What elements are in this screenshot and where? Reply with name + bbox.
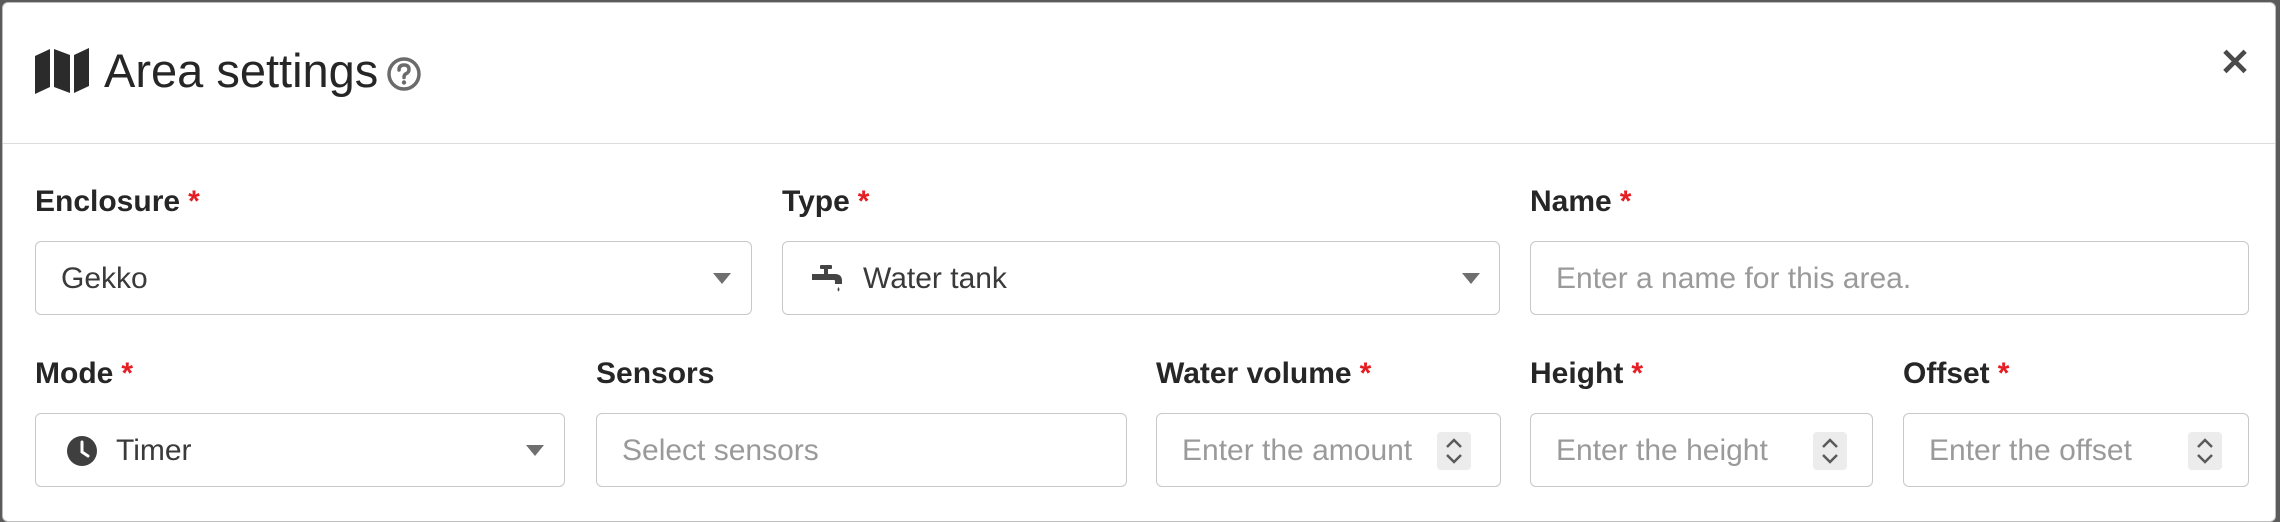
required-marker: * [188,185,200,218]
name-input[interactable]: Enter a name for this area. [1530,241,2249,315]
height-label-text: Height [1530,357,1624,390]
sensors-select[interactable]: Select sensors [596,413,1127,487]
enclosure-label-text: Enclosure [35,185,181,218]
mode-label-text: Mode [35,357,114,390]
chevron-down-icon [713,273,731,284]
required-marker: * [121,357,134,390]
water-volume-label: Water volume * [1156,354,1371,394]
enclosure-value: Gekko [61,262,148,295]
required-marker: * [1631,357,1644,390]
stepper-arrows-icon [1822,438,1838,464]
required-marker: * [1619,185,1632,218]
name-label: Name * [1530,182,1631,222]
offset-placeholder: Enter the offset [1929,434,2132,467]
offset-input[interactable]: Enter the offset [1903,413,2249,487]
required-marker: * [857,185,870,218]
offset-label: Offset * [1903,354,2009,394]
dialog-title: Area settings [104,44,379,97]
height-placeholder: Enter the height [1556,434,1768,467]
height-stepper[interactable] [1813,432,1847,470]
required-marker: * [1997,357,2010,390]
water-volume-input[interactable]: Enter the amount [1156,413,1501,487]
offset-label-text: Offset [1903,357,1990,390]
water-volume-stepper[interactable] [1437,432,1471,470]
sensors-placeholder: Select sensors [622,434,819,467]
chevron-down-icon [1462,273,1480,284]
sensors-label: Sensors [596,354,714,394]
offset-stepper[interactable] [2188,432,2222,470]
name-placeholder: Enter a name for this area. [1556,262,1912,295]
question-circle-icon[interactable] [386,56,422,92]
water-volume-label-text: Water volume [1156,357,1352,390]
required-marker: * [1359,357,1372,390]
sensors-label-text: Sensors [596,357,715,390]
mode-select[interactable]: Timer [35,413,565,487]
mode-value: Timer [116,434,192,467]
clock-icon [67,436,97,466]
enclosure-select[interactable]: Gekko [35,241,752,315]
chevron-down-icon [526,445,544,456]
height-label: Height * [1530,354,1643,394]
faucet-icon [812,265,842,292]
type-select[interactable]: Water tank [782,241,1500,315]
name-label-text: Name [1530,185,1612,218]
height-input[interactable]: Enter the height [1530,413,1873,487]
enclosure-label: Enclosure * [35,182,200,222]
map-icon [35,48,89,94]
dialog-header: Area settings × [3,3,2275,144]
close-button[interactable]: × [2215,41,2255,81]
area-settings-dialog: Area settings × Enclosure * Type * Name * G… [2,2,2276,522]
type-label-text: Type [782,185,850,218]
stepper-arrows-icon [1446,438,1462,464]
stepper-arrows-icon [2197,438,2213,464]
water-volume-placeholder: Enter the amount [1182,434,1413,467]
type-label: Type * [782,182,869,222]
type-value: Water tank [863,262,1007,295]
mode-label: Mode * [35,354,133,394]
